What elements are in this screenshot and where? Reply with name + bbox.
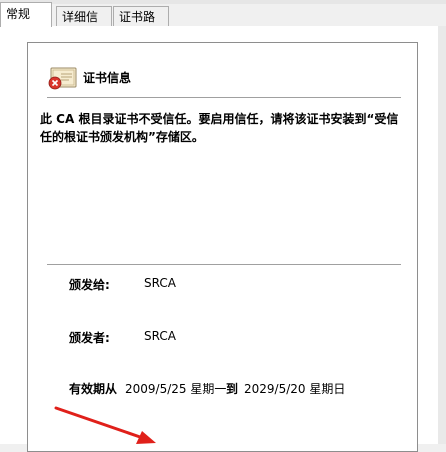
title-divider <box>47 97 401 98</box>
tab-details[interactable]: 详细信息 <box>56 6 112 44</box>
dialog-right-edge <box>438 26 446 444</box>
validity-from-label: 有效期从 <box>69 382 118 396</box>
issued-to-label: 颁发给: <box>69 278 110 292</box>
certificate-error-icon <box>48 65 78 91</box>
validity-to-label: 到 <box>226 382 239 396</box>
certificate-info-title: 证书信息 <box>83 71 132 85</box>
details-divider <box>47 264 401 265</box>
untrusted-root-warning: 此 CA 根目录证书不受信任。要启用信任，请将该证书安装到“受信任的根证书颁发机… <box>40 112 399 144</box>
tab-certification-path[interactable]: 证书路径 <box>113 6 169 44</box>
tab-strip: 常规 详细信息 证书路径 <box>0 2 446 44</box>
certificate-dialog: 常规 详细信息 证书路径 证书信息 此 CA 根目录证书不受信任。要启用信任，请… <box>0 0 446 452</box>
issued-to-value: SRCA <box>144 276 176 290</box>
issued-by-label: 颁发者: <box>69 331 110 345</box>
issued-by-value: SRCA <box>144 329 176 343</box>
validity-from-date: 2009/5/25 星期一 <box>125 382 227 396</box>
validity-to-date: 2029/5/20 星期日 <box>244 382 346 396</box>
tab-general[interactable]: 常规 <box>0 2 52 27</box>
